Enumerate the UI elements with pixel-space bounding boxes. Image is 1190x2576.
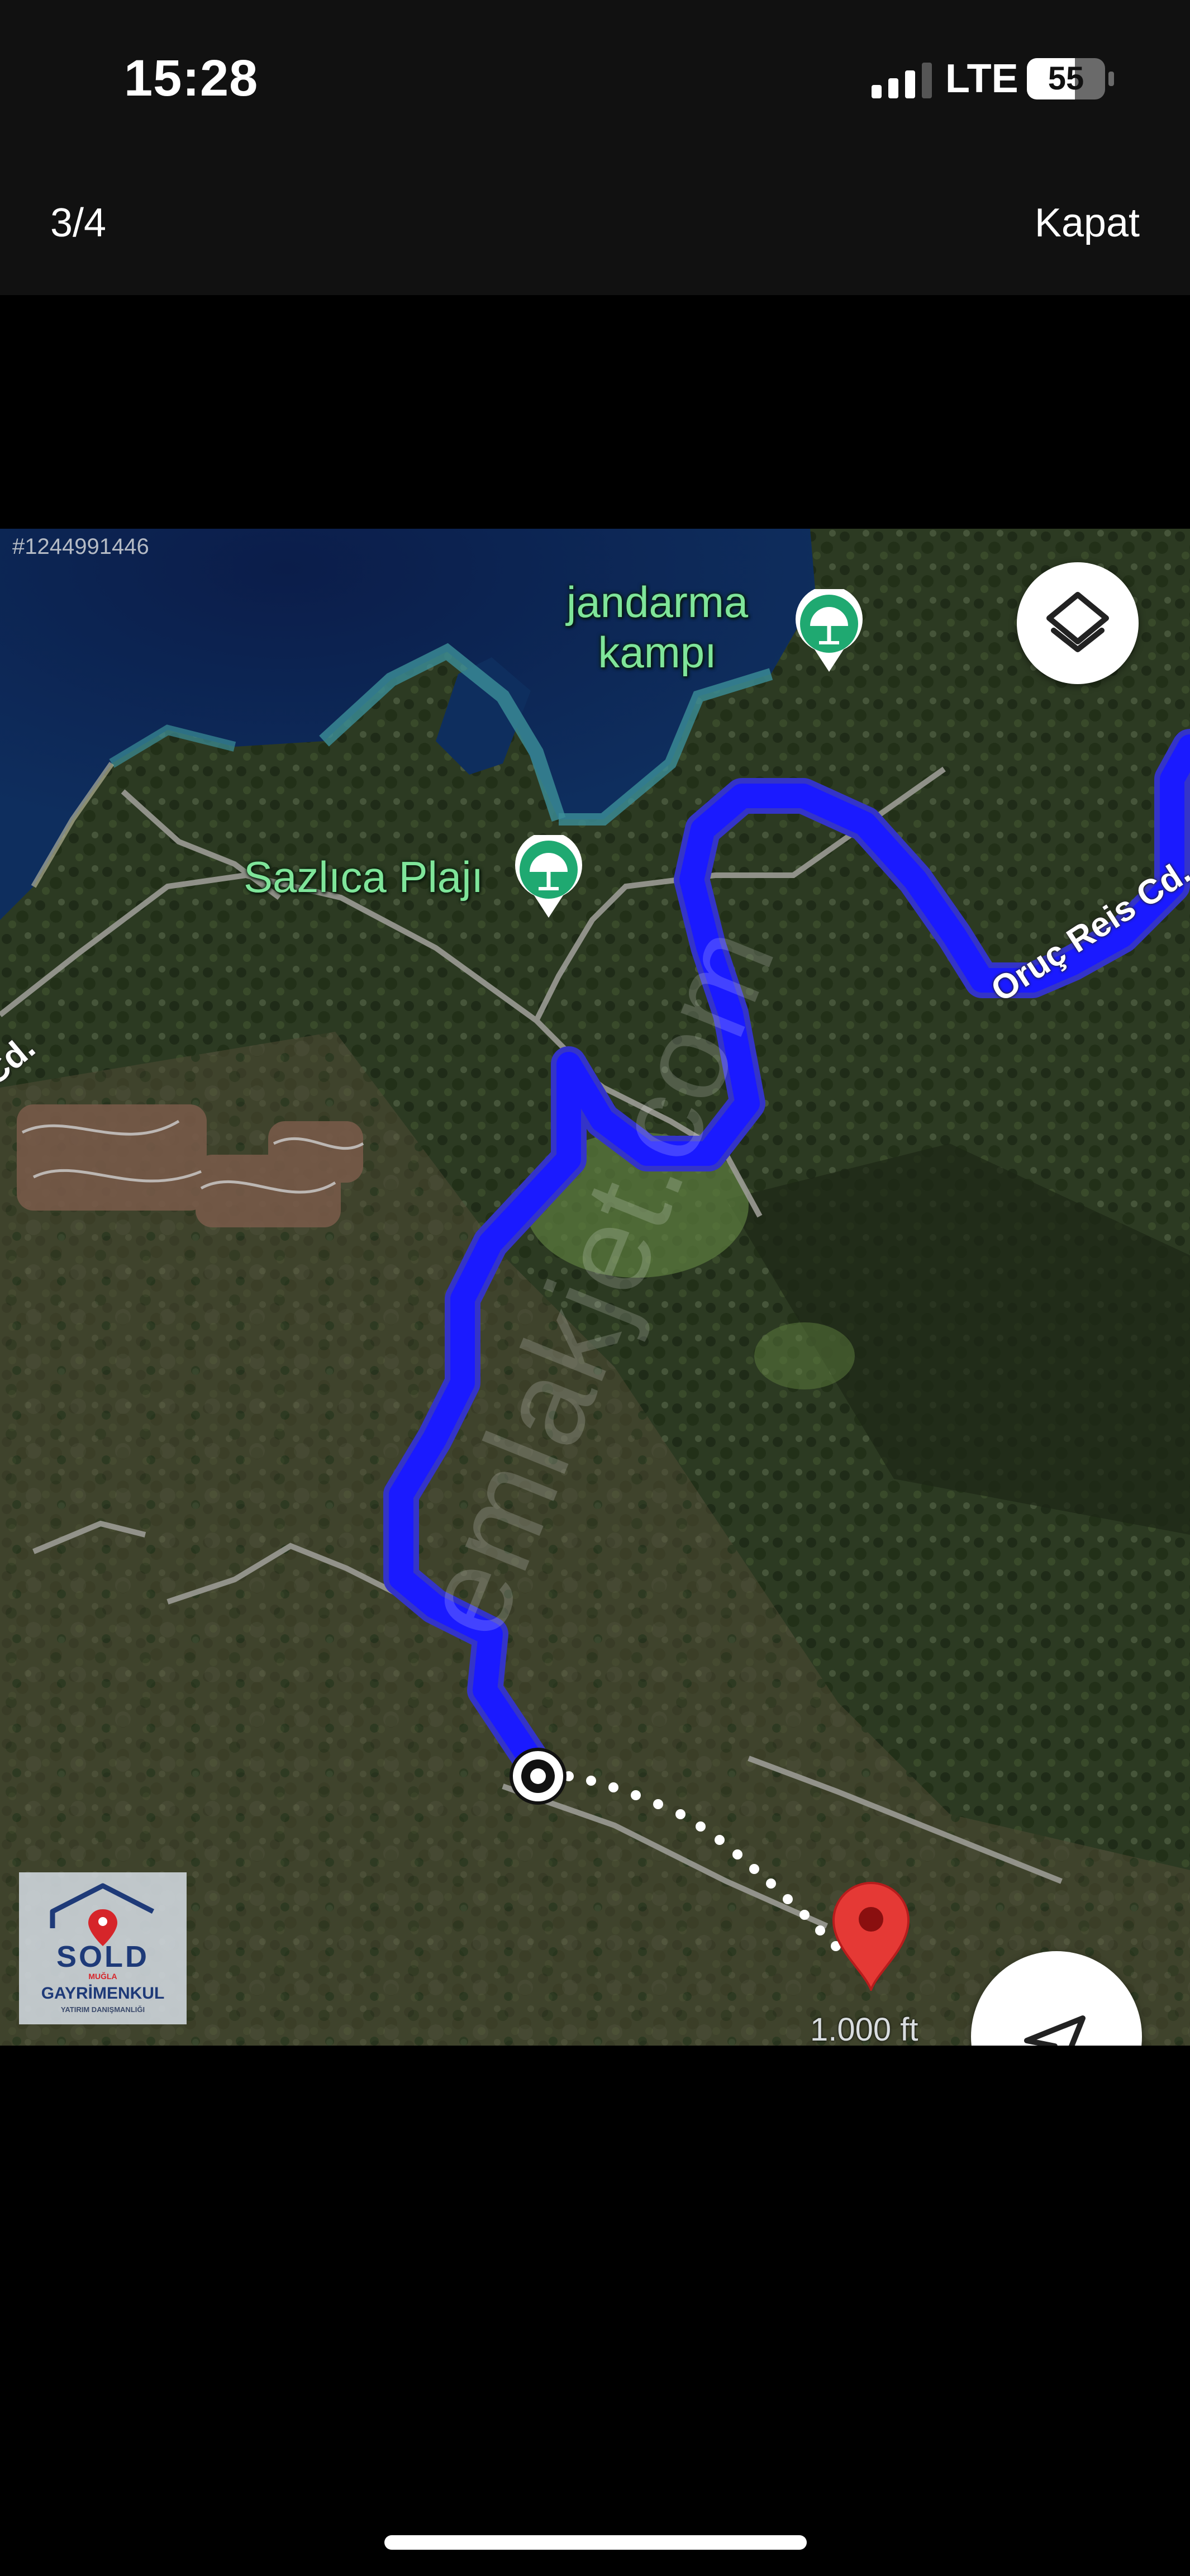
beach-umbrella-icon[interactable] bbox=[793, 589, 865, 673]
home-indicator[interactable] bbox=[384, 2535, 807, 2550]
agency-logo: SOLD MUĞLA GAYRİMENKUL YATIRIM DANIŞMANL… bbox=[19, 1872, 187, 2024]
close-button[interactable]: Kapat bbox=[1035, 200, 1140, 246]
battery-level: 55 bbox=[1048, 60, 1084, 97]
network-type: LTE bbox=[945, 56, 1018, 101]
place-name-kampi: kampı bbox=[598, 628, 717, 677]
navigation-arrow-icon bbox=[1024, 2015, 1086, 2046]
map-scale: 1.000 ft bbox=[810, 2012, 918, 2046]
beach-umbrella-icon[interactable] bbox=[513, 835, 584, 919]
place-label-sazlica[interactable]: Sazlıca Plajı bbox=[244, 852, 483, 903]
battery-icon: 55 bbox=[1027, 58, 1116, 99]
image-counter: 3/4 bbox=[50, 201, 107, 245]
destination-pin-icon[interactable] bbox=[830, 1881, 912, 1991]
logo-line2: YATIRIM DANIŞMANLIĞI bbox=[60, 2005, 145, 2014]
signal-icon bbox=[872, 63, 932, 98]
place-label-jandarma[interactable]: jandarma kampı bbox=[567, 577, 748, 677]
map-image[interactable]: #1244991446 jandarma kampı Sazlıca Plajı… bbox=[0, 529, 1190, 2046]
logo-brand: SOLD bbox=[56, 1940, 149, 1973]
place-name-jandarma: jandarma bbox=[567, 577, 749, 627]
status-time: 15:28 bbox=[124, 50, 259, 107]
viewer-header: 3/4 Kapat bbox=[0, 151, 1190, 295]
logo-line1: GAYRİMENKUL bbox=[41, 1984, 165, 2003]
logo-subbrand: MUĞLA bbox=[88, 1972, 117, 1981]
status-bar: 15:28 LTE 55 bbox=[0, 0, 1190, 151]
navigate-button[interactable] bbox=[971, 1951, 1142, 2046]
layers-button[interactable] bbox=[1017, 562, 1139, 684]
layers-icon bbox=[1046, 592, 1109, 652]
image-id: #1244991446 bbox=[12, 534, 149, 559]
